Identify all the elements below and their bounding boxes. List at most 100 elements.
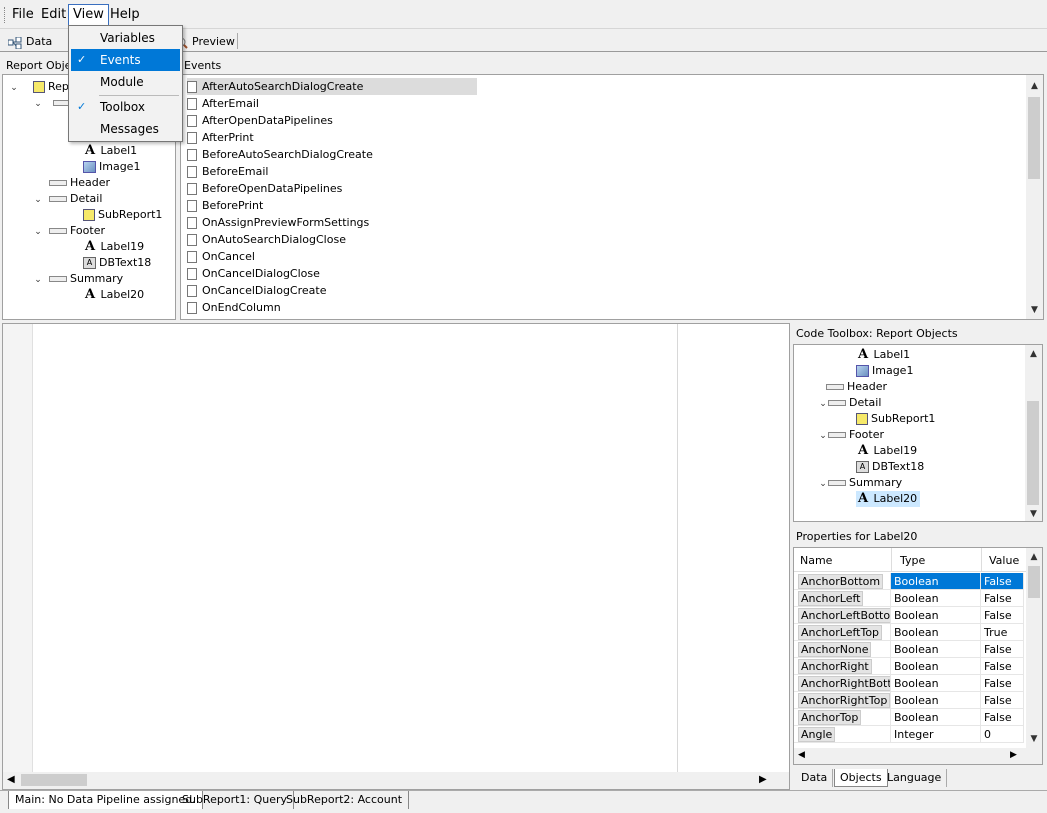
scroll-down-icon[interactable]: ▼: [1026, 305, 1043, 315]
property-value[interactable]: False: [981, 590, 1024, 607]
scroll-thumb[interactable]: [1028, 566, 1040, 598]
code-editor[interactable]: ◀ ▶: [2, 323, 790, 790]
events-list[interactable]: AfterAutoSearchDialogCreate AfterEmail A…: [180, 74, 1044, 320]
tab-subreport2[interactable]: SubReport2: Account: [280, 791, 410, 809]
collapse-icon[interactable]: ⌄: [818, 428, 828, 444]
property-row[interactable]: AnchorBottom Boolean False: [794, 573, 1024, 590]
property-row[interactable]: AnchorLeftBotto Boolean False: [794, 607, 1024, 624]
toolbox-item-detail[interactable]: ⌄ Detail: [818, 395, 881, 411]
property-value[interactable]: False: [981, 675, 1024, 692]
property-value[interactable]: False: [981, 692, 1024, 709]
event-item[interactable]: AfterEmail: [187, 95, 259, 112]
event-item[interactable]: BeforePrint: [187, 197, 263, 214]
toolbox-item-header[interactable]: Header: [826, 379, 887, 395]
menu-edit[interactable]: Edit: [37, 4, 70, 26]
menu-item-variables[interactable]: Variables: [71, 27, 180, 49]
scroll-left-icon[interactable]: ◀: [7, 774, 15, 785]
event-item[interactable]: BeforeAutoSearchDialogCreate: [187, 146, 373, 163]
toolbox-item-label19[interactable]: A Label19: [856, 443, 917, 459]
col-value[interactable]: Value: [989, 554, 1019, 567]
scroll-left-icon[interactable]: ◀: [798, 750, 805, 760]
toolbox-item-label20[interactable]: A Label20: [856, 491, 921, 507]
scroll-up-icon[interactable]: ▲: [1025, 349, 1042, 359]
property-row[interactable]: AnchorRight Boolean False: [794, 658, 1024, 675]
tree-item-detail[interactable]: ⌄ Detail: [33, 191, 102, 207]
tab-data[interactable]: Data: [796, 769, 834, 787]
scroll-thumb[interactable]: [1027, 401, 1039, 505]
property-value[interactable]: 0: [981, 726, 1024, 743]
toolbox-item-summary[interactable]: ⌄ Summary: [818, 475, 902, 491]
tree-item-label1[interactable]: A Label1: [83, 143, 137, 159]
tab-objects[interactable]: Objects: [834, 769, 888, 787]
events-scrollbar[interactable]: ▲ ▼: [1026, 75, 1043, 319]
scroll-right-icon[interactable]: ▶: [1010, 750, 1017, 760]
property-value[interactable]: False: [981, 641, 1024, 658]
hscroll-thumb[interactable]: [21, 774, 87, 786]
event-item[interactable]: OnEndColumn: [187, 299, 281, 316]
properties-grid[interactable]: Name Type Value AnchorBottom Boolean False…: [793, 547, 1043, 765]
tab-subreport1[interactable]: SubReport1: Query: [176, 791, 295, 809]
event-item[interactable]: OnAutoSearchDialogClose: [187, 231, 346, 248]
scroll-up-icon[interactable]: ▲: [1026, 552, 1042, 562]
collapse-icon[interactable]: ⌄: [818, 396, 828, 412]
property-value[interactable]: False: [981, 658, 1024, 675]
collapse-icon[interactable]: ⌄: [9, 80, 19, 96]
properties-scrollbar[interactable]: ▲ ▼: [1026, 548, 1042, 764]
tree-item-header[interactable]: Header: [49, 175, 110, 191]
collapse-icon[interactable]: ⌄: [33, 192, 43, 208]
data-tab-button[interactable]: Data: [7, 32, 52, 52]
property-row[interactable]: AnchorRightTop Boolean False: [794, 692, 1024, 709]
menu-item-module[interactable]: Module: [71, 71, 180, 93]
menu-item-toolbox[interactable]: ✓ Toolbox: [71, 96, 180, 118]
property-value[interactable]: True: [981, 624, 1024, 641]
collapse-icon[interactable]: ⌄: [33, 224, 43, 240]
toolbox-scrollbar[interactable]: ▲ ▼: [1025, 345, 1042, 521]
toolbox-item-image1[interactable]: Image1: [856, 363, 913, 379]
collapse-icon[interactable]: ⌄: [33, 272, 43, 288]
tree-item-label20[interactable]: A Label20: [83, 287, 144, 303]
code-toolbox-tree[interactable]: A Label1 Image1 Header ⌄ Detail SubReport…: [793, 344, 1043, 522]
collapse-icon[interactable]: ⌄: [818, 476, 828, 492]
property-value[interactable]: False: [981, 573, 1024, 590]
toolbox-item-subreport1[interactable]: SubReport1: [856, 411, 935, 427]
menu-item-events[interactable]: ✓ Events: [71, 49, 180, 71]
toolbox-item-footer[interactable]: ⌄ Footer: [818, 427, 884, 443]
event-item[interactable]: OnCancelDialogCreate: [187, 282, 326, 299]
property-row[interactable]: AnchorLeftTop Boolean True: [794, 624, 1024, 641]
menu-file[interactable]: File: [8, 4, 38, 26]
editor-hscrollbar[interactable]: ◀ ▶: [3, 772, 789, 789]
tree-item-dbtext18[interactable]: A DBText18: [83, 255, 151, 271]
scroll-up-icon[interactable]: ▲: [1026, 81, 1043, 91]
property-value[interactable]: False: [981, 709, 1024, 726]
toolbox-item-label1[interactable]: A Label1: [856, 347, 910, 363]
tab-main[interactable]: Main: No Data Pipeline assigned.: [8, 791, 203, 809]
preview-tab-button[interactable]: Preview: [176, 32, 235, 52]
scroll-down-icon[interactable]: ▼: [1026, 734, 1042, 744]
event-item[interactable]: AfterPrint: [187, 129, 254, 146]
property-row[interactable]: AnchorNone Boolean False: [794, 641, 1024, 658]
tree-item-image1[interactable]: Image1: [83, 159, 140, 175]
event-item[interactable]: OnCancelDialogClose: [187, 265, 320, 282]
property-row[interactable]: AnchorLeft Boolean False: [794, 590, 1024, 607]
menu-item-messages[interactable]: Messages: [71, 118, 180, 140]
event-item[interactable]: OnCancel: [187, 248, 255, 265]
event-item[interactable]: AfterOpenDataPipelines: [187, 112, 333, 129]
tree-item-summary[interactable]: ⌄ Summary: [33, 271, 123, 287]
menu-view[interactable]: View: [68, 4, 109, 26]
property-value[interactable]: False: [981, 607, 1024, 624]
col-type[interactable]: Type: [900, 554, 925, 567]
toolbox-item-dbtext18[interactable]: A DBText18: [856, 459, 924, 475]
property-row[interactable]: AnchorTop Boolean False: [794, 709, 1024, 726]
tree-item-label19[interactable]: A Label19: [83, 239, 144, 255]
property-row[interactable]: Angle Integer 0: [794, 726, 1024, 743]
tree-item-subreport1[interactable]: SubReport1: [83, 207, 162, 223]
tree-item-footer[interactable]: ⌄ Footer: [33, 223, 105, 239]
property-row[interactable]: AnchorRightBott Boolean False: [794, 675, 1024, 692]
collapse-icon[interactable]: ⌄: [33, 96, 43, 112]
event-item[interactable]: BeforeEmail: [187, 163, 268, 180]
col-name[interactable]: Name: [800, 554, 832, 567]
scroll-down-icon[interactable]: ▼: [1025, 509, 1042, 519]
properties-hscrollbar[interactable]: ◀ ▶: [794, 748, 1026, 764]
scroll-thumb[interactable]: [1028, 97, 1040, 179]
event-item[interactable]: OnAssignPreviewFormSettings: [187, 214, 369, 231]
